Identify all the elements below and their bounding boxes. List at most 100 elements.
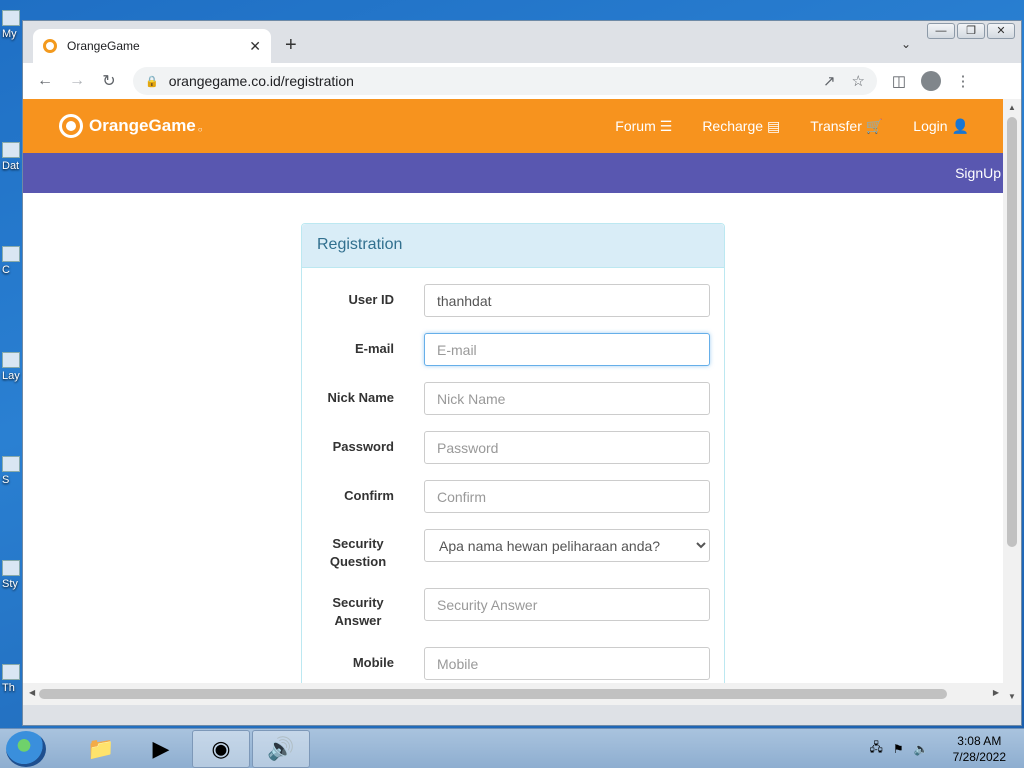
scroll-up-icon[interactable]: ▲ xyxy=(1003,103,1021,112)
nav-login[interactable]: Login 👤 xyxy=(913,118,969,135)
nav-label: Login xyxy=(913,118,948,134)
desktop-icon-label: Th xyxy=(2,682,15,694)
scroll-down-icon[interactable]: ▼ xyxy=(1003,692,1021,701)
nav-recharge[interactable]: Recharge ▤ xyxy=(702,118,780,135)
desktop-icon-label: S xyxy=(2,474,10,486)
nav-transfer[interactable]: Transfer 🛒 xyxy=(810,118,883,135)
site-nav: Forum ☰ Recharge ▤ Transfer 🛒 Login 👤 xyxy=(615,118,969,135)
nav-forum[interactable]: Forum ☰ xyxy=(615,118,672,135)
file-icon xyxy=(2,142,20,158)
signup-link[interactable]: SignUp xyxy=(955,165,1001,181)
security-answer-input[interactable] xyxy=(424,588,710,621)
field-label: Confirm xyxy=(344,488,394,503)
file-icon xyxy=(2,456,20,472)
sub-nav-bar: SignUp xyxy=(23,153,1005,193)
nav-label: Recharge xyxy=(702,118,764,134)
clock[interactable]: 3:08 AM 7/28/2022 xyxy=(953,733,1006,765)
scroll-right-icon[interactable]: ▶ xyxy=(993,688,999,697)
credit-card-icon: ▤ xyxy=(767,117,781,134)
logo-ring-icon xyxy=(59,114,83,138)
desktop-icon-s[interactable]: S xyxy=(2,456,22,486)
share-icon[interactable]: ↗ xyxy=(823,72,836,90)
panel-title: Registration xyxy=(302,224,724,268)
field-label: Password xyxy=(332,439,394,454)
page-viewport: OrangeGame ○ Forum ☰ Recharge ▤ Transfer 🛒 … xyxy=(23,99,1005,705)
field-label: Security Question xyxy=(329,536,387,569)
desktop-icon-th[interactable]: Th xyxy=(2,664,22,694)
clock-date: 7/28/2022 xyxy=(952,749,1006,764)
field-label: User ID xyxy=(348,292,394,307)
chevron-down-icon[interactable]: ⌄ xyxy=(901,37,911,51)
flag-icon[interactable]: ⚑ xyxy=(893,742,904,756)
file-icon xyxy=(2,352,20,368)
file-icon xyxy=(2,246,20,262)
field-label: E-mail xyxy=(354,341,394,356)
media-player-taskbar-icon[interactable]: ▶ xyxy=(132,730,190,768)
registration-panel: Registration User ID E-mail Nick Name Pa… xyxy=(301,223,725,705)
forward-icon[interactable]: → xyxy=(63,67,91,95)
desktop-icon-sty[interactable]: Sty xyxy=(2,560,22,590)
logo-dot-icon: ○ xyxy=(197,124,203,134)
tab-close-icon[interactable]: ✕ xyxy=(249,38,261,55)
field-label: Security Answer xyxy=(332,595,384,628)
speaker-app-taskbar-icon[interactable]: 🔊 xyxy=(252,729,310,768)
orangegame-favicon-icon xyxy=(43,39,57,53)
vertical-scroll-thumb[interactable] xyxy=(1007,117,1017,547)
system-tray: 🖧 ⚑ 🔈 3:08 AM 7/28/2022 xyxy=(870,733,1024,765)
back-icon[interactable]: ← xyxy=(31,67,59,95)
url-text[interactable]: orangegame.co.id/registration xyxy=(169,73,807,89)
lock-icon[interactable]: 🔒 xyxy=(145,75,159,88)
tab-title: OrangeGame xyxy=(67,39,140,53)
star-icon[interactable]: ☆ xyxy=(852,72,865,90)
logo-text: OrangeGame xyxy=(89,116,196,135)
site-header: OrangeGame ○ Forum ☰ Recharge ▤ Transfer 🛒 … xyxy=(23,99,1005,153)
clock-time: 3:08 AM xyxy=(957,733,1002,748)
browser-tab[interactable]: OrangeGame ✕ xyxy=(33,29,271,63)
user-id-input[interactable] xyxy=(424,284,710,317)
menu-icon: ☰ xyxy=(659,117,673,134)
tab-strip: OrangeGame ✕ + ⌄ xyxy=(23,21,1021,63)
browser-window: — ❐ ✕ OrangeGame ✕ + ⌄ ← → ↻ 🔒 orangegam… xyxy=(22,20,1022,726)
desktop-icon-label: Sty xyxy=(2,578,18,590)
desktop-icon-lay[interactable]: Lay xyxy=(2,352,22,382)
kebab-menu-icon[interactable]: ⋮ xyxy=(947,72,979,90)
profile-icon[interactable] xyxy=(921,71,941,91)
nick-name-input[interactable] xyxy=(424,382,710,415)
mobile-input[interactable] xyxy=(424,647,710,680)
horizontal-scroll-thumb[interactable] xyxy=(39,689,947,699)
chrome-taskbar-icon[interactable]: ◉ xyxy=(192,729,250,768)
desktop-icon-dat[interactable]: Dat xyxy=(2,142,22,172)
taskbar: 📁 ▶ ◉ 🔊 🖧 ⚑ 🔈 3:08 AM 7/28/2022 xyxy=(0,728,1024,768)
site-logo[interactable]: OrangeGame ○ xyxy=(59,114,203,138)
file-icon xyxy=(2,560,20,576)
desktop-icon-label: Lay xyxy=(2,370,20,382)
confirm-password-input[interactable] xyxy=(424,480,710,513)
field-label: Nick Name xyxy=(327,390,394,405)
volume-icon[interactable]: 🔈 xyxy=(914,742,929,756)
address-bar[interactable]: 🔒 orangegame.co.id/registration ↗ ☆ xyxy=(133,67,877,95)
side-panel-icon[interactable]: ◫ xyxy=(883,72,915,90)
reload-icon[interactable]: ↻ xyxy=(95,67,123,95)
field-label: Mobile xyxy=(352,655,394,670)
vertical-scrollbar[interactable]: ▲ ▼ xyxy=(1003,99,1021,705)
scroll-left-icon[interactable]: ◀ xyxy=(29,688,35,697)
new-tab-icon[interactable]: + xyxy=(285,35,297,55)
cart-icon: 🛒 xyxy=(865,117,884,134)
user-icon: 👤 xyxy=(951,117,969,134)
desktop-icon-label: Dat xyxy=(2,160,20,172)
password-input[interactable] xyxy=(424,431,710,464)
desktop-icon-my[interactable]: My xyxy=(2,10,22,40)
browser-toolbar: ← → ↻ 🔒 orangegame.co.id/registration ↗ … xyxy=(23,63,1021,99)
file-icon xyxy=(2,664,20,680)
desktop-icon-c[interactable]: C xyxy=(2,246,22,276)
start-button[interactable] xyxy=(6,730,46,767)
horizontal-scrollbar[interactable]: ◀ ▶ xyxy=(23,683,1005,705)
email-input[interactable] xyxy=(424,333,710,366)
computer-icon xyxy=(2,10,20,26)
nav-label: Transfer xyxy=(810,118,862,134)
nav-label: Forum xyxy=(615,118,656,134)
desktop-icon-label: My xyxy=(2,28,17,40)
security-question-select[interactable]: Apa nama hewan peliharaan anda? xyxy=(424,529,710,562)
explorer-taskbar-icon[interactable]: 📁 xyxy=(72,730,130,768)
network-icon[interactable]: 🖧 xyxy=(870,738,883,759)
